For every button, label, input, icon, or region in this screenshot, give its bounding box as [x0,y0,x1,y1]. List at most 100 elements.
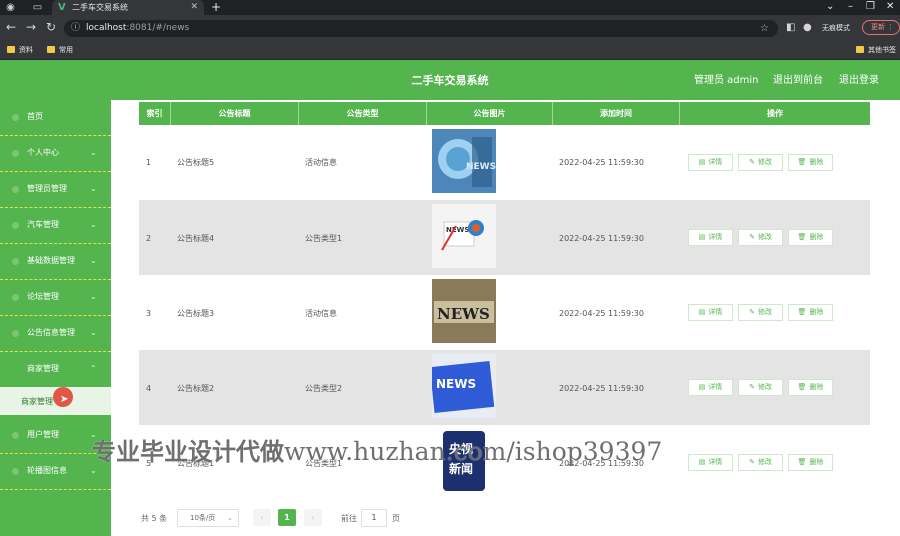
chevron-down-icon[interactable]: ⌄ [826,1,834,13]
row-time: 2022-04-25 11:59:30 [559,384,644,393]
new-tab-icon[interactable]: + [211,1,221,13]
table-row: 1 公告标题5 活动信息 NEWS 2022-04-25 11:59:30 ▤ 详… [139,125,870,200]
restore-icon[interactable]: ❐ [866,1,875,13]
bookmark-folder-1[interactable]: 资料 [7,44,33,56]
detail-button[interactable]: ▤ 详情 [688,304,733,321]
row-title: 公告标题5 [177,158,215,167]
sidebar-item-profile[interactable]: 个人中心 ⌄ [0,136,111,172]
bookmarks-bar: 资料 常用 其他书签 [0,41,900,60]
goto-label: 前往 [341,514,357,523]
row-time: 2022-04-25 11:59:30 [559,309,644,318]
edit-button[interactable]: ✎ 修改 [738,379,783,396]
trash-icon: 🗑 [797,308,807,316]
folder-icon [7,46,15,53]
sidebar-item-label: 轮播图信息 [27,466,67,475]
document-icon: ▤ [698,383,706,391]
pagination-total: 共 5 条 [141,514,168,523]
sidebar-subitem-label: 商家管理 [21,397,53,406]
edit-button[interactable]: ✎ 修改 [738,454,783,471]
page-size-select[interactable]: 10条/页 ⌄ [177,509,239,527]
delete-button[interactable]: 🗑 删除 [788,379,833,396]
table-row: 2 公告标题4 公告类型1 NEWS 2022-04-25 11:59:30 ▤… [139,200,870,275]
admin-icon [12,186,19,193]
detail-button[interactable]: ▤ 详情 [688,379,733,396]
sidebar-item-label: 首页 [27,112,43,121]
tab-search-icon[interactable]: ▭ [32,2,43,13]
col-index: 索引 [139,102,171,125]
trash-icon: 🗑 [797,383,807,391]
next-page-button[interactable]: › [304,509,322,526]
sidebar-item-label: 公告信息管理 [27,328,75,337]
document-icon: ▤ [698,233,706,241]
row-time: 2022-04-25 11:59:30 [559,234,644,243]
url-text: localhost:8081/#/news [86,23,190,33]
sidebar-item-merchant[interactable]: 商家管理 ⌃ [0,352,111,388]
reload-icon[interactable]: ↻ [46,21,56,34]
delete-button[interactable]: 🗑 删除 [788,304,833,321]
edit-button[interactable]: ✎ 修改 [738,304,783,321]
bell-icon [12,330,19,337]
sidepanel-icon[interactable]: ◧ [786,21,795,34]
sidebar-item-news[interactable]: 公告信息管理 ⌄ [0,316,111,352]
thumb-text: NEWS [446,226,469,234]
sidebar-item-basedata[interactable]: 基础数据管理 ⌄ [0,244,111,280]
row-type: 公告类型1 [305,234,343,243]
chevron-down-icon: ⌄ [90,328,97,337]
goto-page-input[interactable]: 1 [361,509,387,527]
prev-page-button[interactable]: ‹ [253,509,271,526]
incognito-label: 无痕模式 [822,24,850,32]
edit-icon: ✎ [749,308,755,316]
edit-icon: ✎ [749,458,755,466]
news-thumbnail: NEWS [432,354,496,418]
back-icon[interactable]: ← [6,21,16,34]
row-type: 公告类型2 [305,384,343,393]
row-title: 公告标题3 [177,309,215,318]
trash-icon: 🗑 [797,233,807,241]
edit-button[interactable]: ✎ 修改 [738,229,783,246]
update-button[interactable]: 更新 ⋮ [862,20,900,35]
car-icon [12,222,19,229]
edit-icon: ✎ [749,383,755,391]
page-number-current[interactable]: 1 [278,509,296,526]
detail-button[interactable]: ▤ 详情 [688,454,733,471]
sidebar-item-cars[interactable]: 汽车管理 ⌄ [0,208,111,244]
sidebar-item-forum[interactable]: 论坛管理 ⌄ [0,280,111,316]
row-type: 活动信息 [305,309,337,318]
user-icon [12,150,19,157]
logout-link[interactable]: 退出登录 [839,74,879,87]
minimize-icon[interactable]: – [848,1,853,13]
chevron-down-icon: ⌄ [90,256,97,265]
news-thumbnail: NEWS [432,204,496,268]
edit-button[interactable]: ✎ 修改 [738,154,783,171]
news-thumbnail: NEWS [432,129,496,193]
col-actions: 操作 [767,109,783,118]
row-title: 公告标题2 [177,384,215,393]
row-index: 2 [146,234,152,243]
to-front-link[interactable]: 退出到前台 [773,74,823,87]
close-tab-icon[interactable]: ✕ [190,2,198,13]
table-row: 3 公告标题3 活动信息 NEWS 2022-04-25 11:59:30 ▤ 详… [139,275,870,350]
detail-button[interactable]: ▤ 详情 [688,154,733,171]
news-thumbnail: NEWS [432,279,496,343]
other-bookmarks[interactable]: 其他书签 [856,44,896,56]
chevron-down-icon: ⌄ [90,292,97,301]
delete-button[interactable]: 🗑 删除 [788,454,833,471]
delete-button[interactable]: 🗑 删除 [788,154,833,171]
trash-icon: 🗑 [797,158,807,166]
forward-icon[interactable]: → [26,21,36,34]
sidebar-item-label: 管理员管理 [27,184,67,193]
address-bar[interactable]: ⓘ localhost:8081/#/news ☆ [64,20,778,37]
detail-button[interactable]: ▤ 详情 [688,229,733,246]
bookmark-star-icon[interactable]: ☆ [760,22,769,35]
browser-menu-icon[interactable]: ◉ [5,2,16,13]
site-info-icon[interactable]: ⓘ [71,22,80,35]
chevron-down-icon: ⌄ [90,184,97,193]
browser-tab-active[interactable]: V 二手车交易系统 ✕ [52,0,204,15]
sidebar-item-home[interactable]: 首页 [0,100,111,136]
bookmark-folder-2[interactable]: 常用 [47,44,73,56]
folder-icon [856,46,864,53]
close-window-icon[interactable]: ✕ [886,1,894,13]
sidebar-item-label: 基础数据管理 [27,256,75,265]
sidebar-item-admins[interactable]: 管理员管理 ⌄ [0,172,111,208]
delete-button[interactable]: 🗑 删除 [788,229,833,246]
